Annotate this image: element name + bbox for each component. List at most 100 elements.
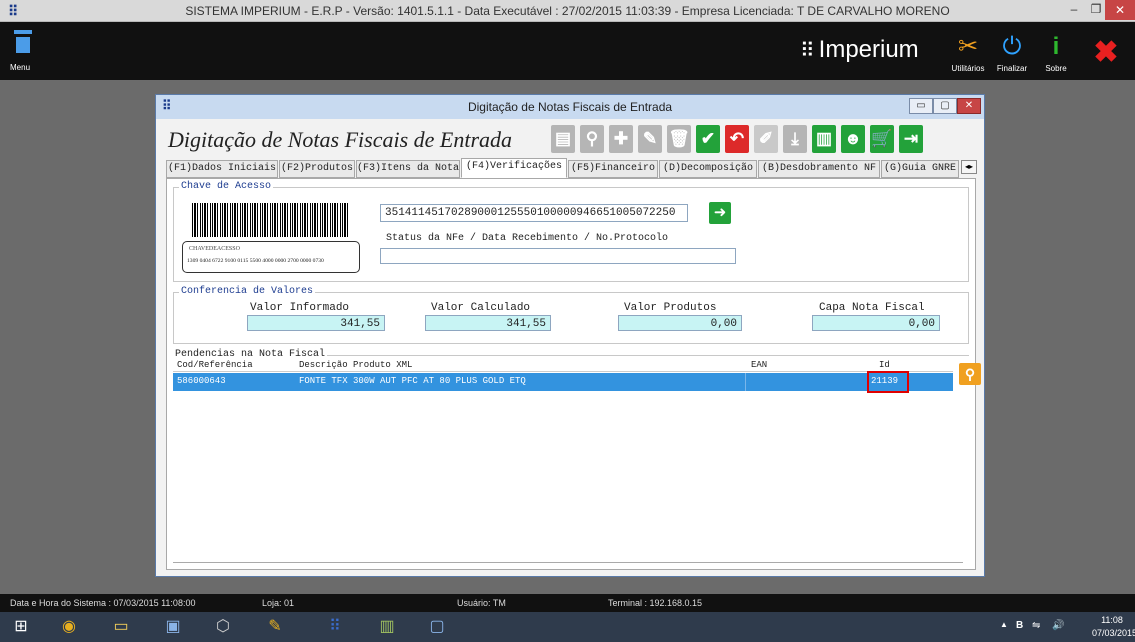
import-button[interactable]: ⤓ — [783, 125, 807, 153]
valor-informado-label: Valor Informado — [250, 302, 350, 314]
dialog-minimize-button[interactable]: ▭ — [909, 98, 933, 114]
confirm-button[interactable]: ✔ — [696, 125, 720, 153]
clock[interactable]: 11:08 07/03/2015 — [1092, 614, 1135, 640]
finalizar-button[interactable]: ⏻ Finalizar — [990, 30, 1034, 78]
chart-app-icon[interactable]: ▥ — [370, 616, 404, 638]
conferencia-legend: Conferencia de Valores — [179, 286, 316, 297]
page-title: Digitação de Notas Fiscais de Entrada — [168, 127, 513, 152]
tab-scroll-arrows[interactable]: ◂▸ — [961, 160, 977, 174]
clock-date: 07/03/2015 — [1092, 628, 1135, 638]
menu-button[interactable]: Menu — [10, 30, 40, 76]
exit-button[interactable]: ⇥ — [899, 125, 923, 153]
loja-status: Loja: 01 — [262, 598, 295, 608]
window-title: SISTEMA IMPERIUM - E.R.P - Versão: 1401.… — [185, 4, 950, 18]
factory-button[interactable]: ▥ — [812, 125, 836, 153]
dialog-maximize-button[interactable]: ▢ — [933, 98, 957, 114]
status-bar: Data e Hora do Sistema : 07/03/2015 11:0… — [0, 594, 1135, 612]
utilitarios-label: Utilitários — [951, 64, 985, 73]
valor-calculado-label: Valor Calculado — [431, 302, 531, 314]
remote-desktop-icon[interactable]: ▢ — [420, 616, 454, 638]
network-tray-icon[interactable]: ⇋ — [1032, 620, 1040, 631]
row-descricao: FONTE TFX 300W AUT PFC AT 80 PLUS GOLD E… — [299, 376, 526, 386]
power-icon: ⏻ — [1002, 33, 1022, 60]
tab-produtos[interactable]: (F2)Produtos — [279, 160, 355, 178]
brand-name: Imperium — [818, 36, 919, 63]
system-datetime: Data e Hora do Sistema : 07/03/2015 11:0… — [10, 598, 196, 608]
dialog-title-bar: ⠿ Digitação de Notas Fiscais de Entrada … — [156, 95, 984, 119]
search-pendencia-button[interactable]: ⚲ — [959, 363, 981, 385]
chave-acesso-group: Chave de Acesso CHAVEDEACESSO 1309 0404 … — [173, 181, 969, 282]
network-icon[interactable]: ▣ — [156, 616, 190, 638]
valor-produtos-label: Valor Produtos — [624, 302, 717, 314]
taskbar: ⊞ ◉ ▭ ▣ ⬡ ✎ ⠿ ▥ ▢ ▲ B ⇋ 🔊 11:08 07/03/20… — [0, 612, 1135, 642]
undo-button[interactable]: ↶ — [725, 125, 749, 153]
tab-itens-nota[interactable]: (F3)Itens da Nota — [356, 160, 460, 178]
start-icon[interactable]: ⊞ — [4, 616, 38, 638]
terminal-status: Terminal : 192.168.0.15 — [608, 598, 703, 608]
minimize-icon[interactable]: – — [1063, 2, 1085, 18]
user-button[interactable]: ☻ — [841, 125, 865, 153]
valor-calculado-input[interactable]: 341,55 — [425, 315, 551, 331]
tab-guia-gnre[interactable]: (G)Guia GNRE — [881, 160, 959, 178]
app-header: Menu ⠿ Imperium ✂ Utilitários ⏻ Finalizar… — [0, 22, 1135, 80]
valor-informado-input[interactable]: 341,55 — [247, 315, 385, 331]
imperium-icon[interactable]: ⠿ — [318, 616, 352, 638]
cart-button[interactable]: 🛒 — [870, 125, 894, 153]
search-button[interactable]: ⚲ — [580, 125, 604, 153]
conferencia-group: Conferencia de Valores Valor Informado 3… — [173, 286, 969, 344]
tab-financeiro[interactable]: (F5)Financeiro — [568, 160, 658, 178]
tray-expand-icon[interactable]: ▲ — [1000, 620, 1008, 629]
tab-decomposicao[interactable]: (D)Decomposição — [659, 160, 757, 178]
pendencias-table-header: Cod/Referência Descrição Produto XML EAN… — [173, 360, 953, 372]
tab-verificacoes[interactable]: (F4)Verificações — [461, 158, 567, 178]
clear-button[interactable]: ✐ — [754, 125, 778, 153]
virtualbox-icon[interactable]: ⬡ — [206, 616, 240, 638]
chave-acesso-input[interactable]: 3514114517028900012555010000094665100507… — [380, 204, 688, 222]
file-explorer-icon[interactable]: ▭ — [104, 616, 138, 638]
window-title-bar: ⠿ SISTEMA IMPERIUM - E.R.P - Versão: 140… — [0, 0, 1135, 22]
nota-fiscal-dialog: ⠿ Digitação de Notas Fiscais de Entrada … — [155, 94, 985, 577]
chrome-icon[interactable]: ◉ — [52, 616, 86, 638]
brand-icon: ⠿ — [800, 40, 815, 62]
status-nfe-input[interactable] — [380, 248, 736, 264]
usuario-status: Usuário: TM — [457, 598, 506, 608]
col-cod-referencia: Cod/Referência — [177, 360, 253, 370]
edit-button[interactable]: ✎ — [638, 125, 662, 153]
table-bottom-border — [173, 562, 963, 563]
tab-desdobramento[interactable]: (B)Desdobramento NF — [758, 160, 880, 178]
volume-icon[interactable]: 🔊 — [1052, 620, 1064, 631]
delete-button[interactable]: 🗑 — [667, 125, 691, 153]
add-button[interactable]: ✚ — [609, 125, 633, 153]
sobre-button[interactable]: i Sobre — [1034, 30, 1078, 78]
capa-nota-input[interactable]: 0,00 — [812, 315, 940, 331]
id-highlight-box — [867, 371, 909, 393]
col-ean: EAN — [751, 360, 768, 370]
row-cod: 586000643 — [177, 376, 226, 386]
utilitarios-button[interactable]: ✂ Utilitários — [946, 30, 990, 78]
tab-dados-iniciais[interactable]: (F1)Dados Iniciais — [166, 160, 278, 178]
pendencias-legend: Pendencias na Nota Fiscal — [173, 349, 328, 360]
barcode-image — [192, 203, 350, 237]
col-descricao: Descrição Produto XML — [299, 360, 413, 370]
consultar-chave-button[interactable]: ➜ — [709, 202, 731, 224]
menu-label: Menu — [10, 63, 31, 72]
app-close-button[interactable]: ✖ — [1086, 36, 1126, 84]
sobre-label: Sobre — [1045, 64, 1067, 73]
menu-icon — [14, 30, 32, 54]
document-button[interactable]: ▤ — [551, 125, 575, 153]
language-indicator[interactable]: B — [1016, 620, 1023, 631]
tools-icon[interactable]: ✎ — [258, 616, 292, 638]
dialog-close-button[interactable]: ✕ — [957, 98, 981, 114]
verificacoes-panel: Chave de Acesso CHAVEDEACESSO 1309 0404 … — [166, 178, 981, 570]
table-row[interactable]: 586000643 FONTE TFX 300W AUT PFC AT 80 P… — [173, 371, 953, 393]
clock-time: 11:08 — [1101, 615, 1123, 625]
info-icon: i — [1052, 33, 1060, 60]
close-window-button[interactable]: ✕ — [1105, 0, 1135, 20]
barcode-number: 1309 0404 6722 9100 0115 5500 4000 0000 … — [187, 258, 324, 264]
barcode-caption: CHAVEDEACESSO — [189, 246, 240, 252]
valor-produtos-input[interactable]: 0,00 — [618, 315, 742, 331]
barcode-label-box: CHAVEDEACESSO 1309 0404 6722 9100 0115 5… — [182, 241, 360, 273]
finalizar-label: Finalizar — [996, 64, 1028, 73]
restore-icon[interactable]: ❐ — [1085, 2, 1107, 18]
capa-nota-label: Capa Nota Fiscal — [819, 302, 925, 314]
